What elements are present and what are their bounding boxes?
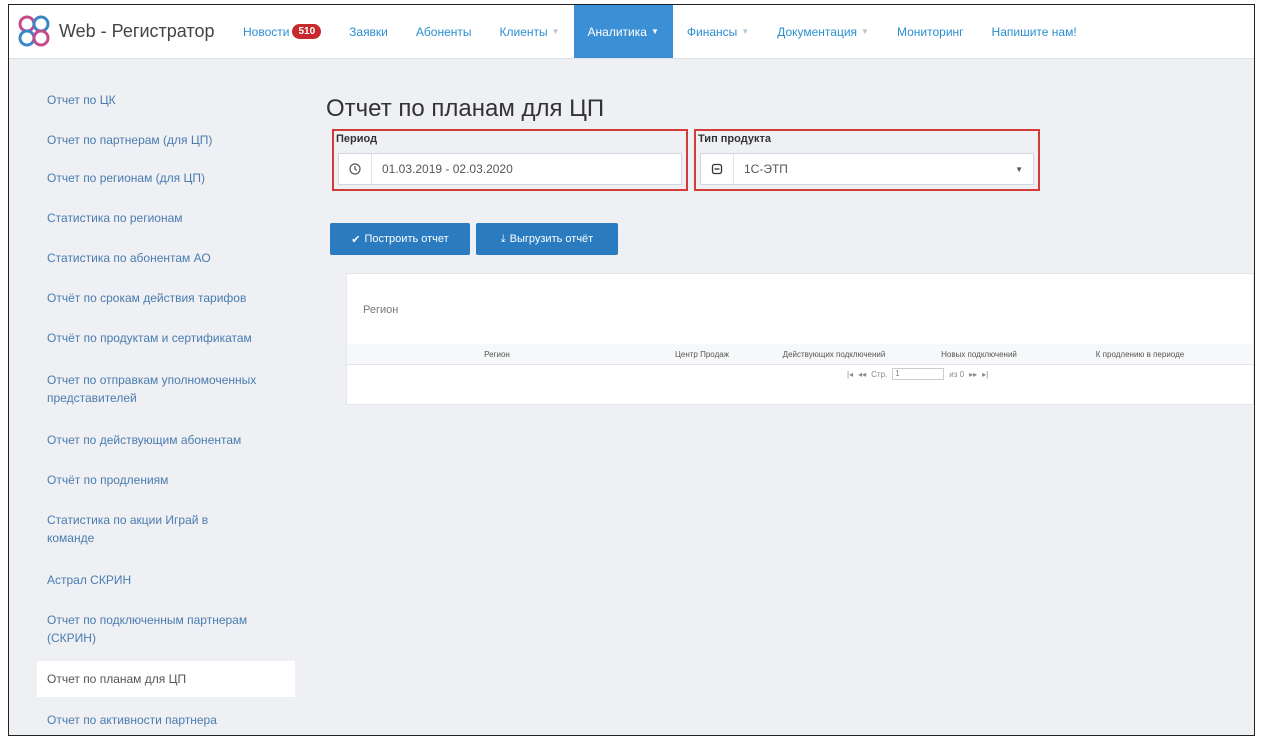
main-nav: Новости 510 Заявки Абоненты Клиенты ▼ Ана… (229, 5, 1091, 58)
clock-icon (339, 154, 372, 184)
sidebar-item-plans-cp[interactable]: Отчет по планам для ЦП (37, 661, 295, 697)
sidebar-item-products-certs[interactable]: Отчёт по продуктам и сертификатам (47, 329, 252, 347)
export-report-label: Выгрузить отчёт (509, 233, 594, 245)
nav-requests[interactable]: Заявки (335, 5, 402, 58)
sidebar: Отчет по ЦК Отчет по партнерам (для ЦП) … (9, 59, 297, 735)
nav-clients[interactable]: Клиенты ▼ (486, 5, 574, 58)
nav-news-label: Новости (243, 24, 290, 39)
nav-finance[interactable]: Финансы ▼ (673, 5, 763, 58)
export-report-button[interactable]: ⤓ Выгрузить отчёт (476, 223, 618, 255)
build-report-label: Построить отчет (364, 233, 449, 245)
nav-docs-label: Документация (777, 24, 858, 39)
nav-monitoring[interactable]: Мониторинг (883, 5, 978, 58)
first-page-icon[interactable]: |◂ (847, 370, 853, 379)
chevron-down-icon: ▼ (1015, 164, 1023, 174)
build-report-button[interactable]: ✔ Построить отчет (330, 223, 470, 255)
next-page-icon[interactable]: ▸▸ (969, 370, 977, 379)
period-label: Период (336, 133, 378, 145)
page-total: из 0 (949, 369, 965, 379)
product-label: Тип продукта (698, 133, 771, 145)
nav-clients-label: Клиенты (499, 24, 548, 39)
column-header-region[interactable]: Регион (347, 344, 648, 365)
nav-docs[interactable]: Документация ▼ (763, 5, 883, 58)
column-header-new-connections[interactable]: Новых подключений (911, 344, 1048, 365)
sidebar-item-representatives[interactable]: Отчет по отправкам уполномоченных предст… (47, 371, 277, 407)
sidebar-item-astral-skrin[interactable]: Астрал СКРИН (47, 571, 131, 589)
nav-subscribers-label: Абоненты (415, 24, 472, 39)
product-value: 1С-ЭТП (744, 162, 788, 176)
column-header-sales-center[interactable]: Центр Продаж (647, 344, 758, 365)
product-select[interactable]: 1С-ЭТП ▼ (700, 153, 1034, 185)
column-header-renewals-period[interactable]: К продлению в периоде (1047, 344, 1234, 365)
column-header-active-connections[interactable]: Действующих подключений (757, 344, 912, 365)
news-count-badge: 510 (292, 24, 322, 39)
nav-monitoring-label: Мониторинг (896, 24, 964, 39)
nav-analytics[interactable]: Аналитика ▼ (573, 5, 673, 58)
logo-icon (18, 15, 50, 47)
chevron-down-icon: ▼ (551, 27, 560, 36)
chevron-down-icon: ▼ (741, 27, 750, 36)
nav-contact[interactable]: Напишите нам! (978, 5, 1091, 58)
sidebar-item-partners-report[interactable]: Отчет по партнерам (для ЦП) (47, 131, 212, 149)
nav-finance-label: Финансы (686, 24, 738, 39)
region-label: Регион (363, 304, 399, 316)
download-icon: ⤓ (500, 232, 506, 245)
chevron-down-icon: ▼ (861, 27, 869, 36)
page-title: Отчет по планам для ЦП (326, 95, 605, 122)
report-panel: Регион Регион Центр Продаж Действующих п… (346, 273, 1254, 405)
nav-subscribers[interactable]: Абоненты (402, 5, 486, 58)
check-icon: ✔ (351, 233, 361, 246)
page-label: Стр. (871, 369, 888, 379)
top-navbar: Web - Регистратор Новости 510 Заявки Або… (9, 5, 1254, 59)
app-window: Web - Регистратор Новости 510 Заявки Або… (8, 4, 1255, 736)
sidebar-item-ck-report[interactable]: Отчет по ЦК (47, 91, 116, 109)
sidebar-item-ao-stats[interactable]: Статистика по абонентам АО (47, 249, 211, 267)
sidebar-item-tariff-terms[interactable]: Отчёт по срокам действия тарифов (47, 289, 246, 307)
pager: |◂ ◂◂ Стр. 1 из 0 ▸▸ ▸| (847, 364, 988, 384)
sidebar-item-team-promo[interactable]: Статистика по акции Играй в команде (47, 511, 247, 547)
nav-news[interactable]: Новости 510 (229, 5, 335, 58)
sidebar-item-partner-activity[interactable]: Отчет по активности партнера (47, 711, 217, 729)
nav-requests-label: Заявки (349, 24, 388, 39)
sidebar-item-label: Отчет по планам для ЦП (47, 672, 187, 686)
prev-page-icon[interactable]: ◂◂ (858, 370, 866, 379)
sidebar-item-connected-partners[interactable]: Отчет по подключенным партнерам (СКРИН) (47, 611, 277, 647)
sidebar-item-renewals[interactable]: Отчёт по продлениям (47, 471, 168, 489)
nav-analytics-label: Аналитика (587, 24, 647, 39)
period-value: 01.03.2019 - 02.03.2020 (382, 162, 513, 176)
period-input[interactable]: 01.03.2019 - 02.03.2020 (338, 153, 682, 185)
page-input[interactable]: 1 (892, 368, 945, 380)
sidebar-item-active-subscribers[interactable]: Отчет по действующим абонентам (47, 431, 241, 449)
nav-contact-label: Напишите нам! (991, 24, 1077, 39)
brand[interactable]: Web - Регистратор (17, 11, 214, 51)
last-page-icon[interactable]: ▸| (982, 370, 988, 379)
sidebar-item-regions-report[interactable]: Отчет по регионам (для ЦП) (47, 169, 205, 187)
product-icon (701, 154, 734, 184)
chevron-down-icon: ▼ (650, 27, 659, 36)
report-table: Регион Центр Продаж Действующих подключе… (347, 344, 1253, 374)
column-header-empty (1233, 344, 1253, 365)
main-content: Отчет по планам для ЦП Период 01.03.2019… (298, 59, 1254, 735)
brand-title: Web - Регистратор (59, 20, 215, 41)
sidebar-item-region-stats[interactable]: Статистика по регионам (47, 209, 183, 227)
